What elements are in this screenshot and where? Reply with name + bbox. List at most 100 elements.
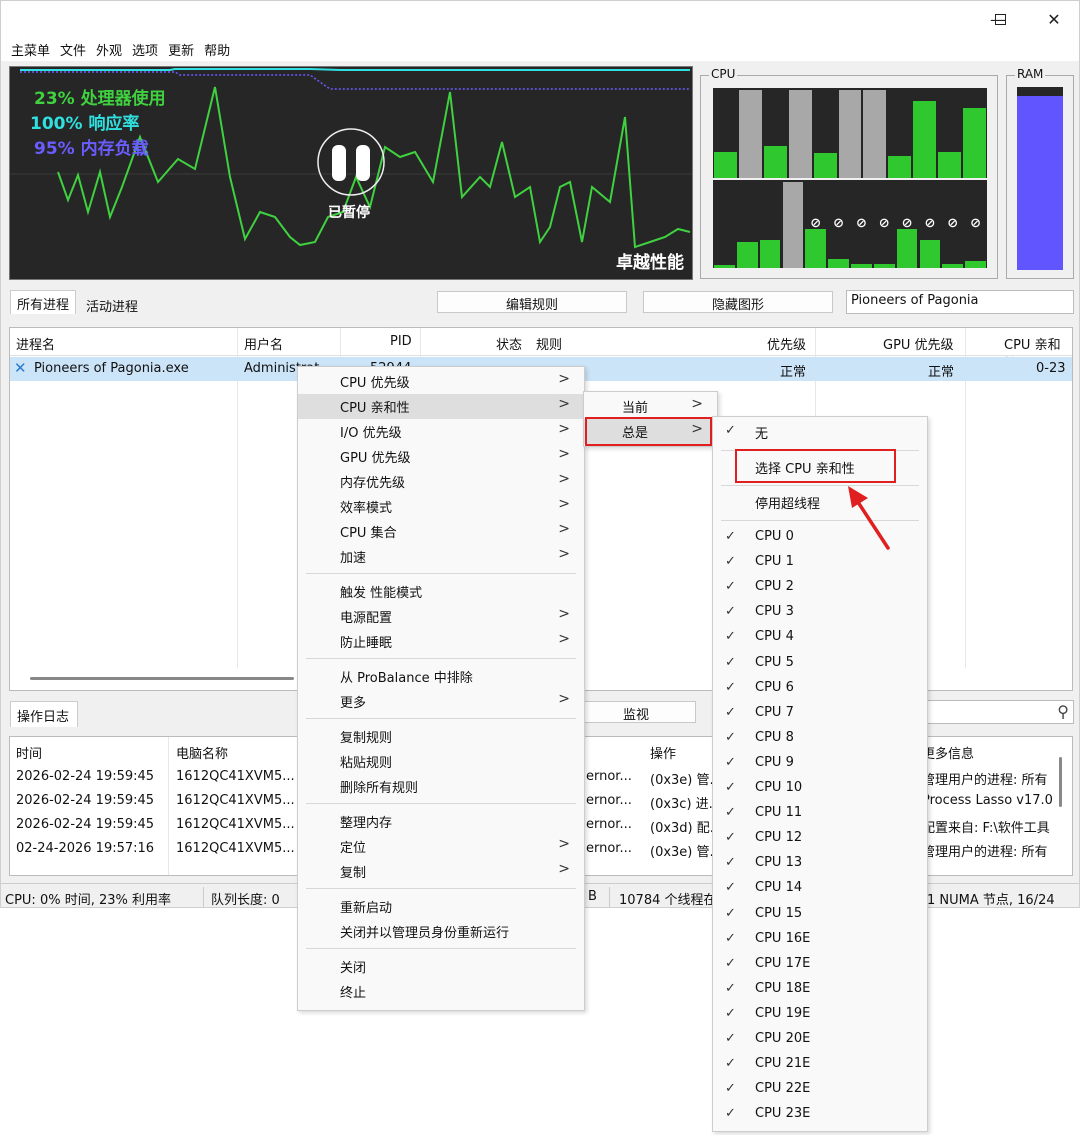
menu-item-cpu[interactable]: ✓ CPU 15 [713,903,927,928]
context-menu-item[interactable]: 内存优先级 > [298,469,584,494]
menu-options[interactable]: 选项 [130,37,166,61]
menu-item-cpu[interactable]: ✓ CPU 8 [713,727,927,752]
cpu-core-bar [813,153,837,178]
context-menu-item[interactable]: 粘贴规则 [298,749,584,774]
log-col-time[interactable]: 时间 [16,743,42,762]
menu-view[interactable]: 外观 [94,37,130,61]
leaf-icon: ⊘ [924,216,936,231]
context-menu-item[interactable]: 定位 > [298,834,584,859]
menu-item-cpu[interactable]: ✓ CPU 5 [713,652,927,677]
menu-item-cpu[interactable]: ✓ CPU 18E [713,978,927,1003]
context-menu-item[interactable]: 整理内存 [298,809,584,834]
context-menu-item[interactable]: 关闭 [298,954,584,979]
maximize-button[interactable] [977,1,1023,37]
col-gpu-priority[interactable]: GPU 优先级 [883,334,954,353]
tab-active-processes[interactable]: 活动进程 [80,293,144,317]
context-menu-item[interactable]: I/O 优先级 > [298,419,584,444]
col-process-name[interactable]: 进程名 [16,334,55,353]
menu-item-cpu[interactable]: ✓ CPU 16E [713,928,927,953]
check-icon: ✓ [725,654,736,670]
context-menu-item[interactable]: 复制 > [298,859,584,884]
cpu-core-bar [919,240,941,268]
log-col-pc[interactable]: 电脑名称 [176,743,228,762]
maximize-icon [994,13,1006,25]
chevron-right-icon: > [558,691,570,707]
context-menu-item[interactable]: 终止 [298,979,584,1004]
log-process: ernor... [586,769,632,784]
menu-item-cpu[interactable]: ✓ CPU 11 [713,802,927,827]
context-menu-item[interactable]: 电源配置 > [298,604,584,629]
menu-item-cpu[interactable]: ✓ CPU 17E [713,953,927,978]
tab-all-processes[interactable]: 所有进程 [10,290,77,314]
menu-item-cpu[interactable]: ✓ CPU 2 [713,576,927,601]
context-menu-item[interactable]: 删除所有规则 [298,774,584,799]
close-button[interactable]: ✕ [1031,1,1077,37]
context-menu-item[interactable]: 从 ProBalance 中排除 [298,664,584,689]
context-menu-item[interactable]: 更多 > [298,689,584,714]
process-app-icon: ✕ [14,359,27,377]
performance-graph[interactable]: 23% 处理器使用 100% 响应率 95% 内存负载 已暂停 卓越性能 [9,66,693,280]
context-menu-item[interactable]: 关闭并以管理员身份重新运行 [298,919,584,944]
check-icon: ✓ [725,629,736,645]
menu-item-cpu[interactable]: ✓ CPU 14 [713,877,927,902]
menu-item-cpu[interactable]: ✓ CPU 23E [713,1103,927,1128]
context-menu-item[interactable]: GPU 优先级 > [298,444,584,469]
menu-item-cpu[interactable]: ✓ CPU 7 [713,702,927,727]
menu-item-current[interactable]: 当前 > [584,394,717,419]
context-menu-item[interactable]: 加速 > [298,544,584,569]
menu-item-cpu[interactable]: ✓ CPU 22E [713,1078,927,1103]
context-menu-item[interactable]: CPU 集合 > [298,519,584,544]
menu-item-none[interactable]: ✓ 无 [713,420,927,445]
menu-item-cpu[interactable]: ✓ CPU 10 [713,777,927,802]
process-list-scrollbar[interactable] [30,677,294,680]
menu-file[interactable]: 文件 [58,37,94,61]
check-icon: ✓ [725,579,736,595]
context-menu-item[interactable]: 触发 性能模式 [298,579,584,604]
menu-item-cpu[interactable]: ✓ CPU 6 [713,677,927,702]
col-rules[interactable]: 规则 [536,334,562,353]
hide-graph-button[interactable]: 隐藏图形 [643,291,833,313]
context-menu-item[interactable]: 重新启动 [298,894,584,919]
menu-main[interactable]: 主菜单 [9,37,58,61]
col-user[interactable]: 用户名 [244,334,283,353]
cpu-core-bar [759,240,781,268]
cpu-cores-row-1 [713,88,987,178]
cpu-core-bar [782,182,804,268]
menu-help[interactable]: 帮助 [202,37,238,61]
process-filter-input[interactable]: Pioneers of Pagonia [846,290,1074,314]
menu-item-cpu[interactable]: ✓ CPU 20E [713,1028,927,1053]
cpu-core-bar [763,146,787,178]
context-menu-item[interactable]: CPU 优先级 > [298,369,584,394]
edit-rules-button[interactable]: 编辑规则 [437,291,627,313]
menu-item-cpu[interactable]: ✓ CPU 13 [713,852,927,877]
cpu-core-bar [714,265,735,268]
check-icon: ✓ [725,1056,736,1072]
log-scrollbar[interactable] [1059,757,1062,807]
context-menu-item[interactable]: 防止睡眠 > [298,629,584,654]
context-menu-item[interactable]: 复制规则 [298,724,584,749]
menu-update[interactable]: 更新 [166,37,202,61]
search-icon[interactable]: ⚲ [1057,702,1069,721]
leaf-icon: ⊘ [970,216,982,231]
cpu-core-bar [838,90,862,178]
context-menu-item[interactable]: CPU 亲和性 > [298,394,584,419]
col-priority[interactable]: 优先级 [767,334,806,353]
menu-item-cpu[interactable]: ✓ CPU 3 [713,601,927,626]
cpu-usage-line [57,86,691,249]
log-col-action[interactable]: 操作 [650,743,676,762]
col-status[interactable]: 状态 [496,334,522,353]
menu-item-cpu[interactable]: ✓ CPU 21E [713,1053,927,1078]
log-pc: 1612QC41XVM5... [176,817,295,832]
menu-item-cpu[interactable]: ✓ CPU 9 [713,752,927,777]
process-affinity: 0-23 [1036,361,1066,376]
menu-item-cpu[interactable]: ✓ CPU 4 [713,626,927,651]
monitor-button[interactable]: 监视 [576,701,696,723]
tab-action-log[interactable]: 操作日志 [10,701,78,727]
check-icon: ✓ [725,1005,736,1021]
context-menu-item[interactable]: 效率模式 > [298,494,584,519]
menu-item-cpu[interactable]: ✓ CPU 12 [713,827,927,852]
log-col-info[interactable]: 更多信息 [922,743,974,762]
menu-item-cpu[interactable]: ✓ CPU 19E [713,1003,927,1028]
col-pid[interactable]: PID [390,334,412,349]
log-info: 配置来自: F:\软件工具 [922,821,1050,836]
